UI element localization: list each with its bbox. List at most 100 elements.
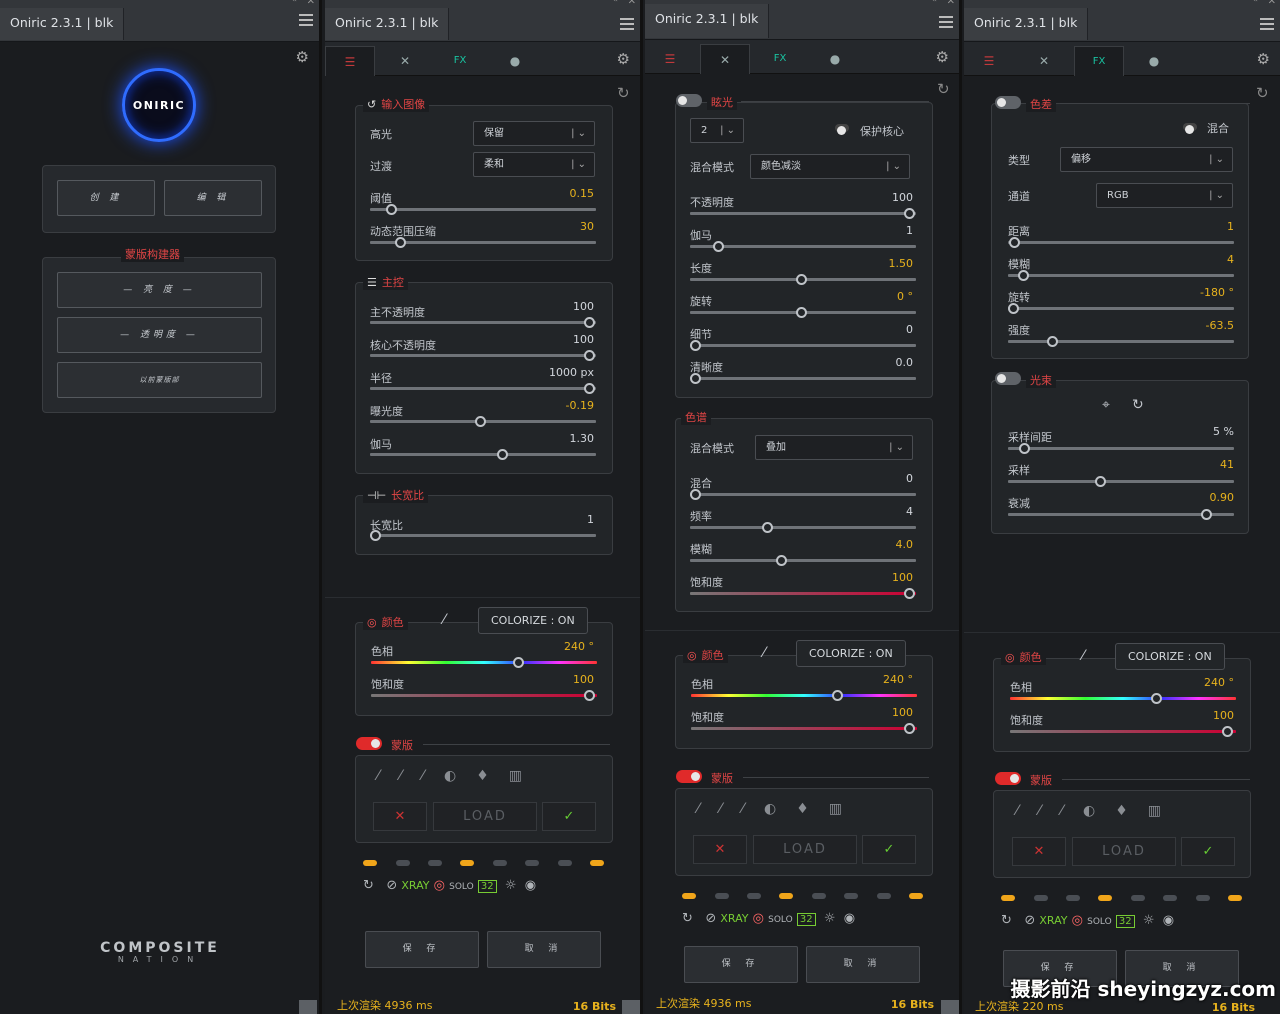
hue-knob[interactable]: [1151, 693, 1162, 704]
rotate-knob[interactable]: [1008, 303, 1019, 314]
protect-core-label[interactable]: 保护核心: [860, 123, 904, 139]
undo-icon[interactable]: ↻: [363, 878, 374, 893]
brightness-mask-button[interactable]: — 亮 度 —: [57, 272, 262, 308]
blur-knob[interactable]: [1018, 270, 1029, 281]
eye-icon[interactable]: ◉: [844, 911, 855, 926]
rotate-slider[interactable]: [1008, 307, 1234, 310]
scrollbar[interactable]: [299, 1000, 317, 1014]
gear-icon[interactable]: ⚙: [1257, 50, 1270, 68]
menu-icon[interactable]: [620, 18, 634, 30]
blur-slider[interactable]: [1008, 274, 1234, 277]
strength-slider[interactable]: [1008, 340, 1234, 343]
rotate-knob[interactable]: [796, 307, 807, 318]
aspect-value[interactable]: 1: [587, 513, 594, 526]
scrollbar[interactable]: [941, 1000, 959, 1014]
rotate-value[interactable]: -180 °: [1200, 286, 1234, 299]
step-pill[interactable]: [1228, 895, 1242, 901]
sat2-knob[interactable]: [904, 588, 915, 599]
crosshair-icon[interactable]: ⌖: [1102, 397, 1110, 413]
clarity-knob[interactable]: [690, 373, 701, 384]
tab-color[interactable]: ●: [1129, 46, 1179, 76]
core-opacity-slider[interactable]: [370, 354, 596, 357]
window-title[interactable]: Oniric 2.3.1 | blk: [325, 8, 450, 40]
previous-mask-button[interactable]: 以前蒙版部: [57, 362, 262, 398]
collapse-icon[interactable]: «: [1252, 0, 1258, 5]
step-pill[interactable]: [747, 893, 761, 899]
saturation-value[interactable]: 100: [573, 673, 594, 686]
freq-slider[interactable]: [690, 526, 916, 529]
sat2-value[interactable]: 100: [892, 571, 913, 584]
tab-glow[interactable]: ✕: [380, 46, 430, 76]
tab-fx[interactable]: FX: [435, 46, 485, 76]
step-pill[interactable]: [812, 893, 826, 899]
eye-icon[interactable]: ◉: [525, 878, 536, 893]
reset-icon[interactable]: ↻: [937, 80, 950, 98]
mask-tools[interactable]: ⁄⁄⁄◐♦▥: [697, 801, 862, 817]
protect-core-toggle[interactable]: [835, 124, 849, 135]
tab-input[interactable]: ☰: [325, 46, 375, 76]
hue-slider[interactable]: [1010, 697, 1236, 700]
gear-icon[interactable]: ⚙: [296, 48, 309, 66]
xray-label[interactable]: XRAY: [401, 879, 429, 892]
tab-color[interactable]: ●: [490, 46, 540, 76]
cancel-button[interactable]: 取 消: [487, 931, 601, 968]
clarity-slider[interactable]: [690, 377, 916, 380]
window-title[interactable]: Oniric 2.3.1 | blk: [964, 8, 1089, 40]
tab-fx[interactable]: FX: [1074, 46, 1124, 76]
save-button[interactable]: 保 存: [684, 946, 798, 983]
saturation-knob[interactable]: [1222, 726, 1233, 737]
create-button[interactable]: 创 建: [57, 180, 155, 216]
undo-icon[interactable]: ↻: [1001, 913, 1012, 928]
clear-mask-button[interactable]: ✕: [693, 835, 747, 864]
blur-slider[interactable]: [690, 559, 916, 562]
reset-icon[interactable]: ↻: [1256, 84, 1269, 102]
saturation-knob[interactable]: [584, 690, 595, 701]
blend2-select[interactable]: 叠加 | ⌄: [755, 435, 913, 460]
highlight-select[interactable]: 保留 | ⌄: [473, 121, 595, 146]
close-icon[interactable]: ✕: [947, 0, 955, 7]
apply-mask-button[interactable]: ✓: [542, 802, 596, 831]
tab-fx[interactable]: FX: [755, 44, 805, 74]
aspect-slider[interactable]: [370, 534, 596, 537]
close-icon[interactable]: ✕: [307, 0, 315, 7]
colorize-toggle[interactable]: COLORIZE : ON: [796, 640, 906, 667]
step-pill[interactable]: [493, 860, 507, 866]
exposure-knob[interactable]: [475, 416, 486, 427]
gear-icon[interactable]: ⚙: [617, 50, 630, 68]
bits-badge[interactable]: 32: [477, 880, 497, 893]
opacity-value[interactable]: 100: [892, 191, 913, 204]
scrollbar[interactable]: [622, 1000, 640, 1014]
hue-value[interactable]: 240 °: [1204, 676, 1234, 689]
hue-slider[interactable]: [371, 661, 597, 664]
bits-badge[interactable]: 32: [796, 913, 816, 926]
step-pill[interactable]: [682, 893, 696, 899]
reset-icon[interactable]: ↻: [617, 84, 630, 102]
eyedropper-icon[interactable]: ⁄: [763, 645, 765, 661]
hue-knob[interactable]: [832, 690, 843, 701]
step-pill[interactable]: [715, 893, 729, 899]
length-knob[interactable]: [796, 274, 807, 285]
strength-value[interactable]: -63.5: [1206, 319, 1234, 332]
step-pill[interactable]: [1196, 895, 1210, 901]
close-icon[interactable]: ✕: [1268, 0, 1276, 7]
freq-value[interactable]: 4: [906, 505, 913, 518]
eyedropper-icon[interactable]: ⁄: [1082, 648, 1084, 664]
spacing-knob[interactable]: [1019, 443, 1030, 454]
saturation-knob[interactable]: [904, 723, 915, 734]
mask-toggle[interactable]: [676, 770, 702, 783]
mask-toggle[interactable]: [995, 772, 1021, 785]
step-pill[interactable]: [396, 860, 410, 866]
core-opacity-knob[interactable]: [584, 350, 595, 361]
radius-value[interactable]: 1000 px: [549, 366, 594, 379]
menu-icon[interactable]: [299, 14, 313, 26]
main-opacity-knob[interactable]: [584, 317, 595, 328]
distance-slider[interactable]: [1008, 241, 1234, 244]
load-button[interactable]: LOAD: [1072, 837, 1176, 866]
apply-mask-button[interactable]: ✓: [1181, 837, 1235, 866]
gamma-knob[interactable]: [497, 449, 508, 460]
saturation-slider[interactable]: [691, 727, 917, 730]
exposure-value[interactable]: -0.19: [566, 399, 594, 412]
length-value[interactable]: 1.50: [889, 257, 914, 270]
load-button[interactable]: LOAD: [753, 835, 857, 864]
close-icon[interactable]: ✕: [628, 0, 636, 7]
